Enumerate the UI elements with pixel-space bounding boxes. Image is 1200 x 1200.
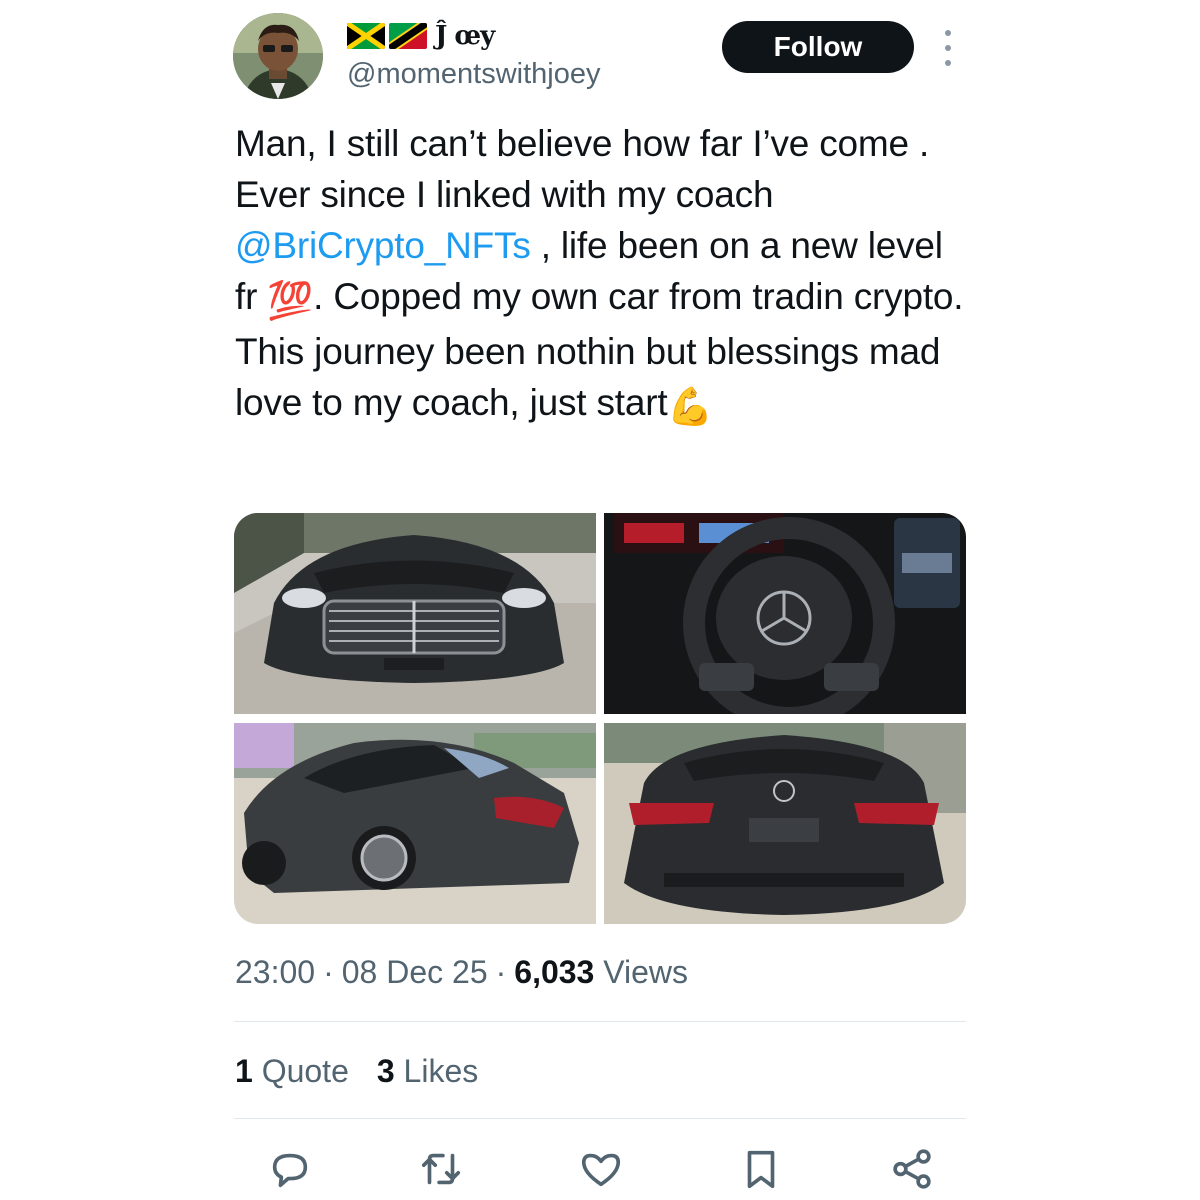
jamaica-flag-icon <box>347 23 385 49</box>
media-grid <box>234 513 966 924</box>
photo-car-front[interactable] <box>234 513 596 714</box>
reply-icon[interactable] <box>267 1146 313 1192</box>
more-options-icon[interactable] <box>938 30 958 66</box>
tweet-time[interactable]: 23:00 <box>235 954 315 991</box>
saint-kitts-flag-icon <box>389 23 427 49</box>
likes-count: 3 <box>376 1053 395 1089</box>
hundred-points-icon: 💯 <box>267 280 314 321</box>
photo-car-interior[interactable] <box>604 513 966 714</box>
meta-separator: · <box>495 954 507 990</box>
likes-label: Likes <box>403 1053 479 1089</box>
views-label: Views <box>603 954 689 990</box>
meta-separator: · <box>323 954 334 990</box>
user-handle[interactable]: @momentswithjoey <box>347 58 600 91</box>
divider <box>234 1118 966 1119</box>
tweet-meta: 23:00 · 08 Dec 25 · 6,033 Views <box>235 954 688 991</box>
tweet-text-part1: Man, I still can’t believe how far I’ve … <box>235 123 930 215</box>
views-count-wrap: 6,033 Views <box>514 954 688 991</box>
divider <box>234 1021 966 1022</box>
tweet-stats: 1 Quote 3 Likes <box>235 1053 478 1090</box>
tweet-date[interactable]: 08 Dec 25 <box>342 954 488 991</box>
views-count: 6,033 <box>514 954 595 990</box>
likes-stat[interactable]: 3 Likes <box>377 1053 478 1090</box>
photo-car-rear[interactable] <box>604 723 966 924</box>
tweet-text: Man, I still can’t believe how far I’ve … <box>235 118 975 432</box>
retweet-icon[interactable] <box>418 1146 464 1192</box>
quotes-stat[interactable]: 1 Quote <box>235 1053 349 1090</box>
bookmark-icon[interactable] <box>738 1146 784 1192</box>
avatar[interactable] <box>233 13 323 99</box>
tweet-text-part3: . Copped my own car from tradin crypto. … <box>235 276 964 423</box>
heart-icon[interactable] <box>578 1146 624 1192</box>
quotes-label: Quote <box>261 1053 349 1089</box>
flexed-bicep-icon: 💪 <box>667 386 714 427</box>
follow-button[interactable]: Follow <box>722 21 914 73</box>
share-icon[interactable] <box>889 1146 935 1192</box>
display-name[interactable]: Ĵ œy <box>347 18 495 54</box>
action-bar <box>0 1146 1200 1196</box>
photo-car-side[interactable] <box>234 723 596 924</box>
quotes-count: 1 <box>235 1053 253 1089</box>
display-name-text: Ĵ œy <box>435 21 495 51</box>
mention-link[interactable]: @BriCrypto_NFTs <box>235 225 531 266</box>
